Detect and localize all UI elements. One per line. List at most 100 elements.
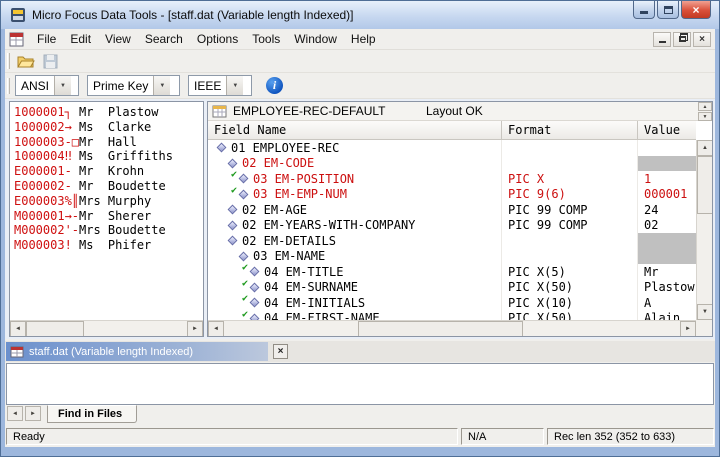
- record-row[interactable]: 1000003-□Mr Hall: [14, 135, 203, 150]
- field-row[interactable]: 02 EM-AGEPIC 99 COMP24: [208, 202, 696, 218]
- record-text: Mrs Boudette: [79, 223, 166, 237]
- record-row[interactable]: M000002'-Mrs Boudette: [14, 223, 203, 238]
- column-header-value[interactable]: Value: [638, 121, 696, 139]
- document-icon: [9, 32, 24, 47]
- record-key: M000001→-: [14, 209, 79, 223]
- menu-options[interactable]: Options: [190, 29, 245, 49]
- document-close-button[interactable]: ×: [273, 344, 288, 359]
- document-tab-strip: staff.dat (Variable length Indexed) ×: [5, 341, 715, 362]
- output-panel: [6, 363, 714, 405]
- field-name: 02 EM-CODE: [242, 156, 314, 170]
- tab-scroll-right-button[interactable]: ►: [25, 406, 41, 421]
- field-value: [638, 249, 696, 265]
- record-row[interactable]: 1000004‼ Ms Griffiths: [14, 149, 203, 164]
- menu-view[interactable]: View: [98, 29, 138, 49]
- key-combo[interactable]: Prime Key ▼: [87, 75, 180, 96]
- field-row[interactable]: 02 EM-YEARS-WITH-COMPANYPIC 99 COMP02: [208, 218, 696, 234]
- field-row[interactable]: ✔03 EM-POSITIONPIC X1: [208, 171, 696, 187]
- close-button[interactable]: ×: [681, 1, 711, 19]
- field-name: 04 EM-FIRST-NAME: [264, 311, 380, 320]
- field-row[interactable]: 03 EM-NAME: [208, 249, 696, 265]
- minimize-button[interactable]: [633, 1, 655, 19]
- field-row[interactable]: 01 EMPLOYEE-REC: [208, 140, 696, 156]
- column-headers: Field Name Format Value: [208, 121, 696, 140]
- field-name: 03 EM-EMP-NUM: [253, 187, 347, 201]
- record-layout-panel: EMPLOYEE-REC-DEFAULT Layout OK ▲ ▼ Field…: [207, 101, 713, 337]
- field-format: PIC 9(6): [502, 187, 638, 203]
- field-format: PIC X: [502, 171, 638, 187]
- scroll-right-icon[interactable]: ►: [187, 321, 203, 337]
- record-key: 1000002→: [14, 120, 79, 134]
- mdi-minimize-button[interactable]: [653, 32, 671, 47]
- record-text: Mr Plastow: [79, 105, 158, 119]
- spinner-up-icon[interactable]: ▲: [698, 102, 712, 111]
- scroll-up-icon[interactable]: ▲: [697, 140, 713, 156]
- record-list-hscrollbar[interactable]: ◄ ►: [10, 320, 203, 336]
- chevron-down-icon[interactable]: ▼: [153, 76, 170, 95]
- record-row[interactable]: 1000001┐ Mr Plastow: [14, 105, 203, 120]
- record-row[interactable]: M000001→-Mr Sherer: [14, 209, 203, 224]
- record-row[interactable]: E000001- Mr Krohn: [14, 164, 203, 179]
- menu-window[interactable]: Window: [287, 29, 344, 49]
- open-file-button[interactable]: [15, 51, 37, 71]
- scrollbar-corner: [696, 320, 712, 336]
- record-row[interactable]: M000003! Ms Phifer: [14, 238, 203, 253]
- vscroll-thumb[interactable]: [697, 156, 713, 214]
- menu-edit[interactable]: Edit: [63, 29, 98, 49]
- menu-search[interactable]: Search: [138, 29, 190, 49]
- field-row[interactable]: ✔04 EM-SURNAMEPIC X(50)Plastow: [208, 280, 696, 296]
- check-icon: ✔: [242, 311, 248, 320]
- field-name: 04 EM-SURNAME: [264, 280, 358, 294]
- field-row[interactable]: 02 EM-CODE: [208, 156, 696, 172]
- record-row[interactable]: 1000002→ Ms Clarke: [14, 120, 203, 135]
- record-text: Mr Boudette: [79, 179, 166, 193]
- scroll-right-icon[interactable]: ►: [680, 321, 696, 337]
- menu-items: FileEditViewSearchOptionsToolsWindowHelp: [30, 32, 383, 46]
- record-layout-icon: [212, 105, 227, 118]
- float-format-combo[interactable]: IEEE ▼: [188, 75, 252, 96]
- hscroll-thumb[interactable]: [26, 321, 84, 337]
- mdi-close-button[interactable]: ×: [693, 32, 711, 47]
- check-icon: ✔: [242, 280, 248, 289]
- field-row[interactable]: ✔ 04 EM-FIRST-NAME PIC X(50)Alain: [208, 311, 696, 321]
- status-position: N/A: [461, 428, 544, 445]
- scroll-left-icon[interactable]: ◄: [10, 321, 26, 337]
- character-set-combo[interactable]: ANSI ▼: [15, 75, 79, 96]
- field-row[interactable]: ✔04 EM-INITIALSPIC X(10)A: [208, 295, 696, 311]
- field-value: Alain: [638, 311, 696, 321]
- field-name: 04 EM-INITIALS: [264, 296, 365, 310]
- tab-scroll-left-button[interactable]: ◄: [7, 406, 23, 421]
- menu-help[interactable]: Help: [344, 29, 383, 49]
- layout-vscrollbar[interactable]: ▲ ▼: [696, 140, 712, 320]
- float-format-value: IEEE: [189, 76, 226, 95]
- toolbar-grip: [7, 53, 10, 69]
- chevron-down-icon[interactable]: ▼: [226, 76, 243, 95]
- field-format: PIC X(10): [502, 295, 638, 311]
- mdi-restore-button[interactable]: [673, 32, 691, 47]
- record-row[interactable]: E000002- Mr Boudette: [14, 179, 203, 194]
- spinner-down-icon[interactable]: ▼: [698, 112, 712, 121]
- column-header-field-name[interactable]: Field Name: [208, 121, 502, 139]
- hscroll-thumb[interactable]: [358, 321, 523, 337]
- scroll-down-icon[interactable]: ▼: [697, 304, 713, 320]
- column-header-format[interactable]: Format: [502, 121, 638, 139]
- menu-file[interactable]: File: [30, 29, 63, 49]
- info-button[interactable]: i: [266, 77, 283, 94]
- field-row[interactable]: ✔04 EM-TITLEPIC X(5)Mr: [208, 264, 696, 280]
- menu-tools[interactable]: Tools: [245, 29, 287, 49]
- record-list: 1000001┐ Mr Plastow1000002→ Ms Clarke100…: [10, 102, 203, 320]
- field-row[interactable]: 02 EM-DETAILS: [208, 233, 696, 249]
- save-button[interactable]: [39, 51, 61, 71]
- scroll-left-icon[interactable]: ◄: [208, 321, 224, 337]
- layout-hscrollbar[interactable]: ◄ ►: [208, 320, 696, 336]
- record-row[interactable]: E000003%║Mrs Murphy: [14, 194, 203, 209]
- record-text: Mr Sherer: [79, 209, 151, 223]
- chevron-down-icon[interactable]: ▼: [54, 76, 71, 95]
- maximize-button[interactable]: [657, 1, 679, 19]
- document-tab[interactable]: staff.dat (Variable length Indexed): [6, 342, 268, 361]
- field-format: [502, 156, 638, 172]
- field-format: PIC X(50): [502, 311, 638, 321]
- field-diamond-icon: [228, 158, 238, 168]
- field-row[interactable]: ✔03 EM-EMP-NUMPIC 9(6)000001: [208, 187, 696, 203]
- tab-find-in-files[interactable]: Find in Files: [47, 405, 137, 423]
